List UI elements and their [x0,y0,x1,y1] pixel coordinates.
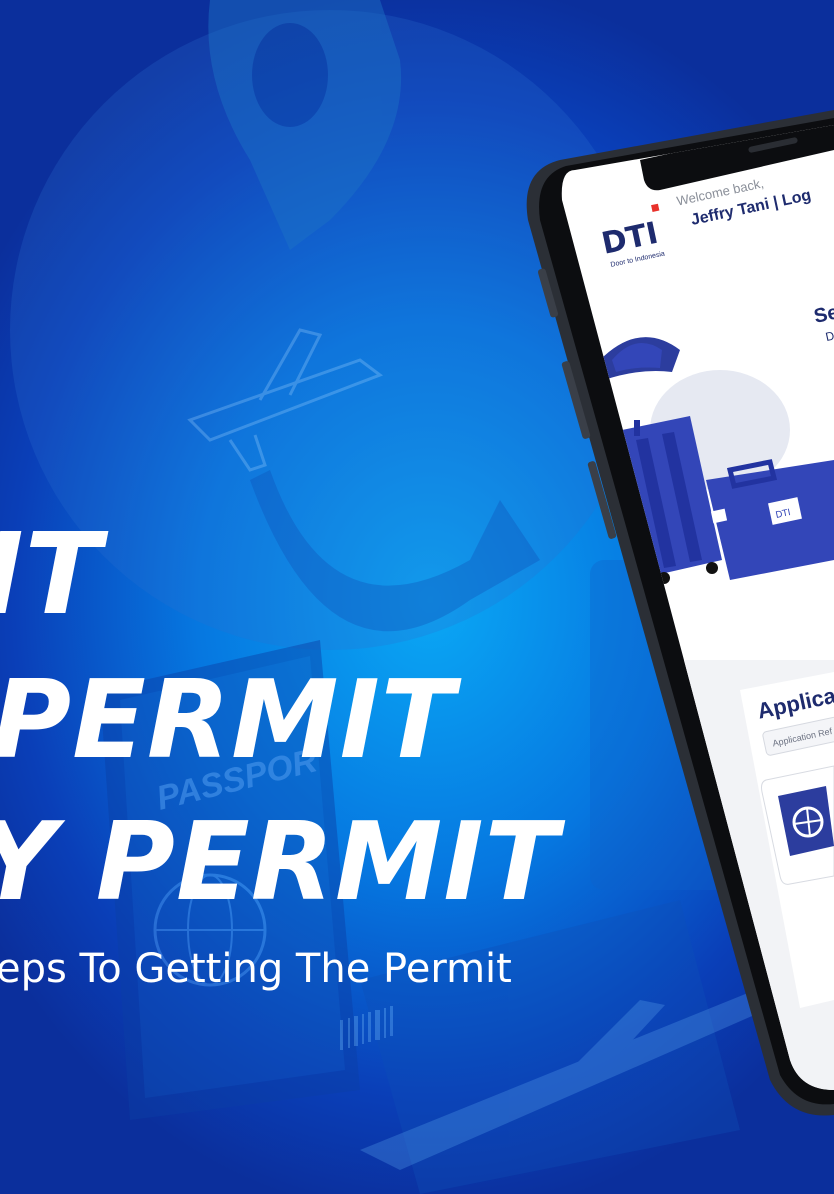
search-title-partial: Se [812,301,834,328]
search-subtitle-partial: D [824,328,834,344]
phone-mockup: DTI Door to Indonesia Welcome back, Jeff… [526,110,834,1116]
